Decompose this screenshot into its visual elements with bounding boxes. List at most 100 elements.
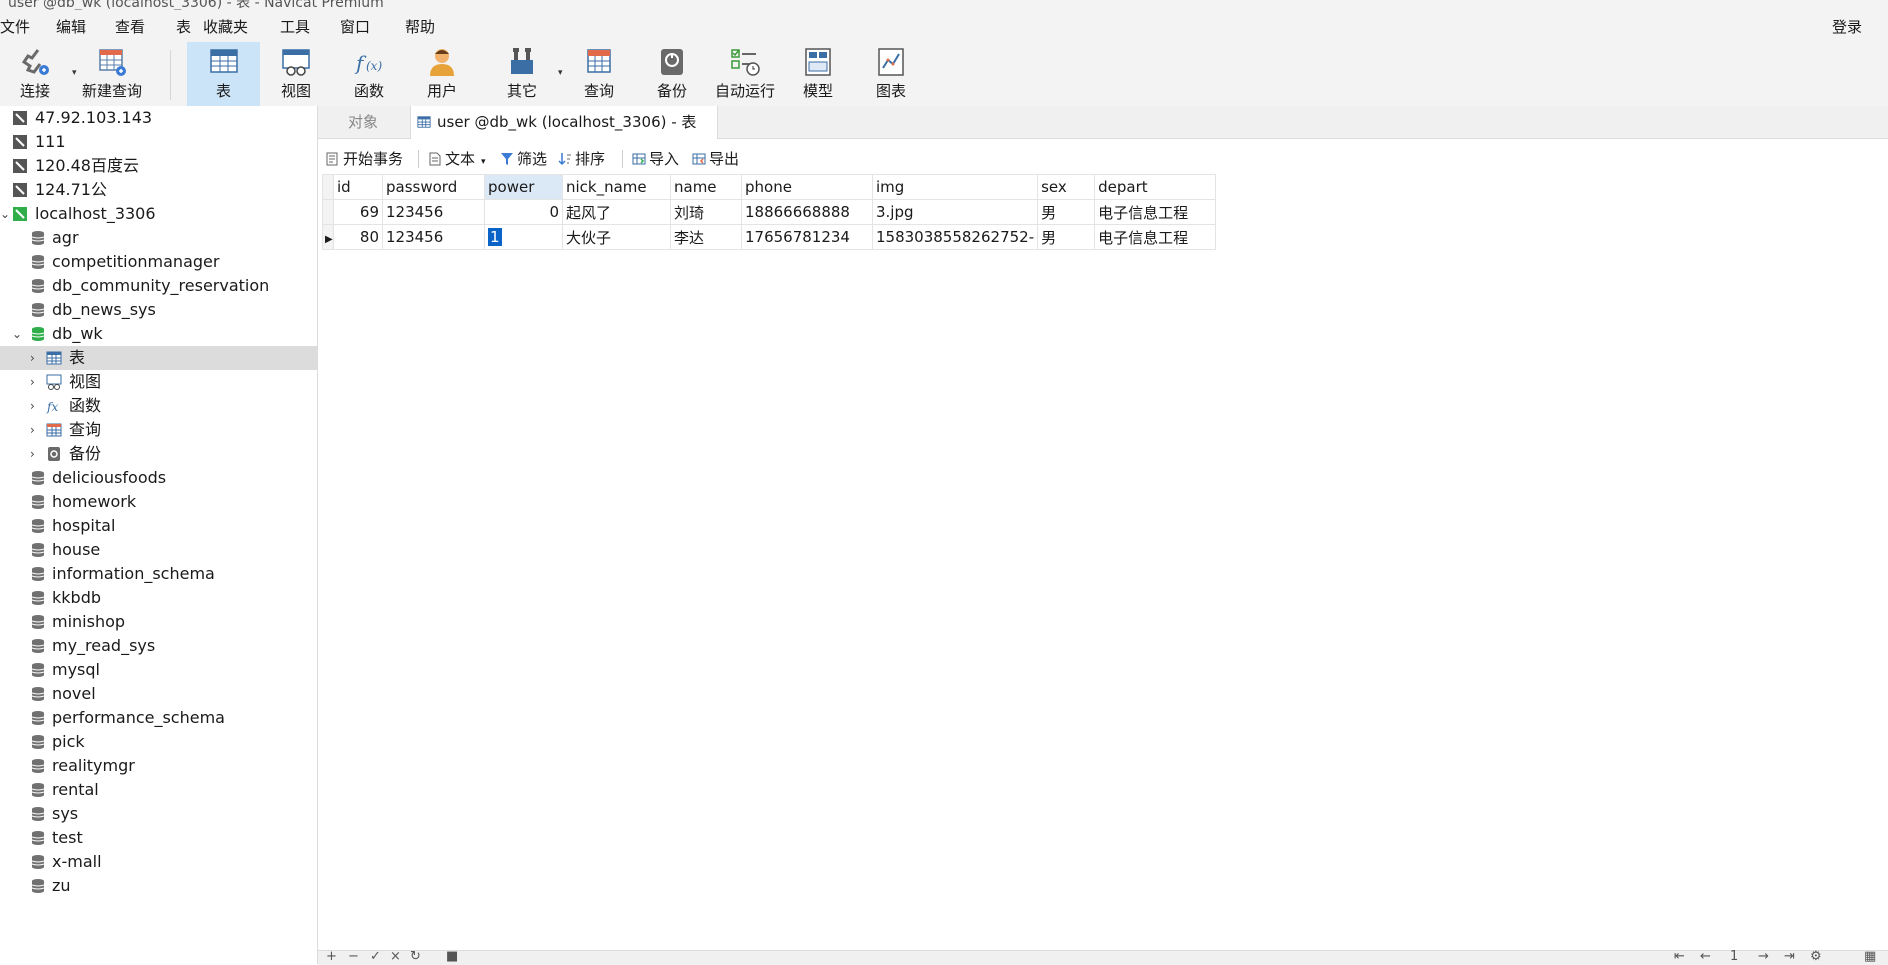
begin-transaction-button[interactable]: 开始事务 — [326, 148, 403, 170]
column-header[interactable]: sex — [1037, 174, 1096, 200]
discard-icon[interactable]: × — [390, 949, 401, 964]
tree-database[interactable]: hospital — [0, 514, 317, 538]
table-cell[interactable]: 3.jpg — [871, 199, 1039, 225]
text-button[interactable]: 文本 ▾ — [428, 148, 486, 173]
column-header[interactable]: img — [871, 174, 1039, 200]
tree-connection[interactable]: 124.71公 — [0, 178, 317, 202]
table-cell[interactable]: 男 — [1037, 199, 1096, 225]
row-header[interactable]: ▶ — [322, 224, 334, 250]
table-cell[interactable]: 刘琦 — [670, 199, 742, 225]
settings-gear-icon[interactable]: ⚙ — [1810, 949, 1822, 964]
table-cell[interactable]: 男 — [1037, 224, 1096, 250]
prev-page-icon[interactable]: ← — [1700, 949, 1711, 964]
page-number[interactable]: 1 — [1730, 949, 1738, 964]
table-row[interactable]: ▶ 80 123456 1 大伙子 李达 17656781234 1583038… — [322, 224, 1217, 250]
import-button[interactable]: 导入 — [632, 148, 679, 170]
first-page-icon[interactable]: ⇤ — [1674, 949, 1685, 964]
menu-help[interactable]: 帮助 — [405, 16, 435, 37]
filter-button[interactable]: 筛选 — [500, 148, 547, 170]
chevron-right-icon[interactable]: › — [30, 442, 42, 466]
add-record-icon[interactable]: + — [326, 949, 337, 964]
toolbar-new-query-button[interactable]: 新建查询 — [80, 42, 144, 106]
next-page-icon[interactable]: → — [1758, 949, 1769, 964]
table-cell[interactable]: 123456 — [382, 199, 485, 225]
tree-database[interactable]: competitionmanager — [0, 250, 317, 274]
toolbar-view-button[interactable]: 视图 — [266, 42, 326, 106]
tree-database[interactable]: minishop — [0, 610, 317, 634]
tree-folder-functions[interactable]: › fx 函数 — [0, 394, 317, 418]
column-header[interactable]: id — [333, 174, 383, 200]
column-header[interactable]: nick_name — [562, 174, 671, 200]
apply-icon[interactable]: ✓ — [370, 949, 381, 964]
grid-view-icon[interactable]: ▦ — [1864, 949, 1876, 964]
tree-database[interactable]: my_read_sys — [0, 634, 317, 658]
tree-database[interactable]: performance_schema — [0, 706, 317, 730]
toolbar-automation-button[interactable]: 自动运行 — [710, 42, 780, 106]
toolbar-connect-button[interactable]: 连接 — [8, 42, 62, 106]
column-header[interactable]: name — [670, 174, 742, 200]
toolbar-table-button[interactable]: 表 — [187, 42, 260, 106]
menu-tools[interactable]: 工具 — [280, 16, 310, 37]
sort-button[interactable]: 排序 — [558, 148, 605, 170]
chevron-right-icon[interactable]: › — [30, 370, 42, 394]
tree-database[interactable]: pick — [0, 730, 317, 754]
table-cell[interactable]: 0 — [484, 199, 563, 225]
column-header[interactable]: power — [484, 174, 563, 200]
tree-folder-queries[interactable]: › 查询 — [0, 418, 317, 442]
menu-favorites[interactable]: 收藏夹 — [203, 16, 248, 37]
tree-database[interactable]: information_schema — [0, 562, 317, 586]
menu-table[interactable]: 表 — [176, 16, 191, 37]
tree-database[interactable]: kkbdb — [0, 586, 317, 610]
table-cell[interactable]: 17656781234 — [741, 224, 873, 250]
column-header[interactable]: depart — [1094, 174, 1217, 200]
table-cell-editing[interactable]: 1 — [484, 224, 563, 250]
menu-view[interactable]: 查看 — [115, 16, 145, 37]
other-dropdown-icon[interactable]: ▾ — [558, 68, 563, 78]
tree-connection[interactable]: 120.48百度云 — [0, 154, 317, 178]
cell-selection[interactable]: 1 — [488, 228, 502, 246]
connect-dropdown-icon[interactable]: ▾ — [72, 68, 77, 78]
table-cell[interactable]: 电子信息工程 — [1094, 199, 1217, 225]
tree-database-open[interactable]: ⌄ db_wk — [0, 322, 317, 346]
chevron-right-icon[interactable]: › — [30, 394, 42, 418]
login-button[interactable]: 登录 — [1832, 16, 1862, 37]
tree-database[interactable]: sys — [0, 802, 317, 826]
toolbar-model-button[interactable]: 模型 — [788, 42, 848, 106]
menu-edit[interactable]: 编辑 — [56, 16, 86, 37]
menu-file[interactable]: 文件 — [0, 16, 30, 37]
last-page-icon[interactable]: ⇥ — [1784, 949, 1795, 964]
row-header[interactable] — [322, 199, 334, 225]
toolbar-query-button[interactable]: 查询 — [569, 42, 629, 106]
tree-connection[interactable]: 47.92.103.143 — [0, 106, 317, 130]
tree-database[interactable]: test — [0, 826, 317, 850]
tab-objects[interactable]: 对象 — [318, 106, 408, 138]
tab-user-table[interactable]: user @db_wk (localhost_3306) - 表 — [410, 106, 718, 139]
tree-database[interactable]: mysql — [0, 658, 317, 682]
tree-database[interactable]: db_news_sys — [0, 298, 317, 322]
toolbar-other-button[interactable]: 其它 — [492, 42, 552, 106]
chevron-down-icon[interactable]: ⌄ — [0, 202, 12, 226]
table-cell[interactable]: 123456 — [382, 224, 485, 250]
table-row[interactable]: 69 123456 0 起风了 刘琦 18866668888 3.jpg 男 电… — [322, 199, 1217, 225]
tree-connection[interactable]: 111 — [0, 130, 317, 154]
stop-icon[interactable]: ■ — [446, 949, 458, 964]
export-button[interactable]: 导出 — [692, 148, 739, 170]
table-cell[interactable]: 18866668888 — [741, 199, 873, 225]
tree-database[interactable]: homework — [0, 490, 317, 514]
tree-folder-tables[interactable]: › 表 — [0, 346, 317, 370]
tree-folder-views[interactable]: › 视图 — [0, 370, 317, 394]
menu-window[interactable]: 窗口 — [340, 16, 370, 37]
table-cell[interactable]: 1583038558262752- — [871, 224, 1039, 250]
toolbar-chart-button[interactable]: 图表 — [861, 42, 921, 106]
tree-database[interactable]: deliciousfoods — [0, 466, 317, 490]
chevron-down-icon[interactable]: ⌄ — [12, 322, 24, 346]
chevron-down-icon[interactable]: ▾ — [481, 157, 486, 167]
chevron-right-icon[interactable]: › — [30, 346, 42, 370]
tree-database[interactable]: x-mall — [0, 850, 317, 874]
tree-database[interactable]: rental — [0, 778, 317, 802]
tree-database[interactable]: realitymgr — [0, 754, 317, 778]
toolbar-backup-button[interactable]: 备份 — [642, 42, 702, 106]
table-cell[interactable]: 李达 — [670, 224, 742, 250]
tree-database[interactable]: house — [0, 538, 317, 562]
table-cell[interactable]: 80 — [333, 224, 383, 250]
